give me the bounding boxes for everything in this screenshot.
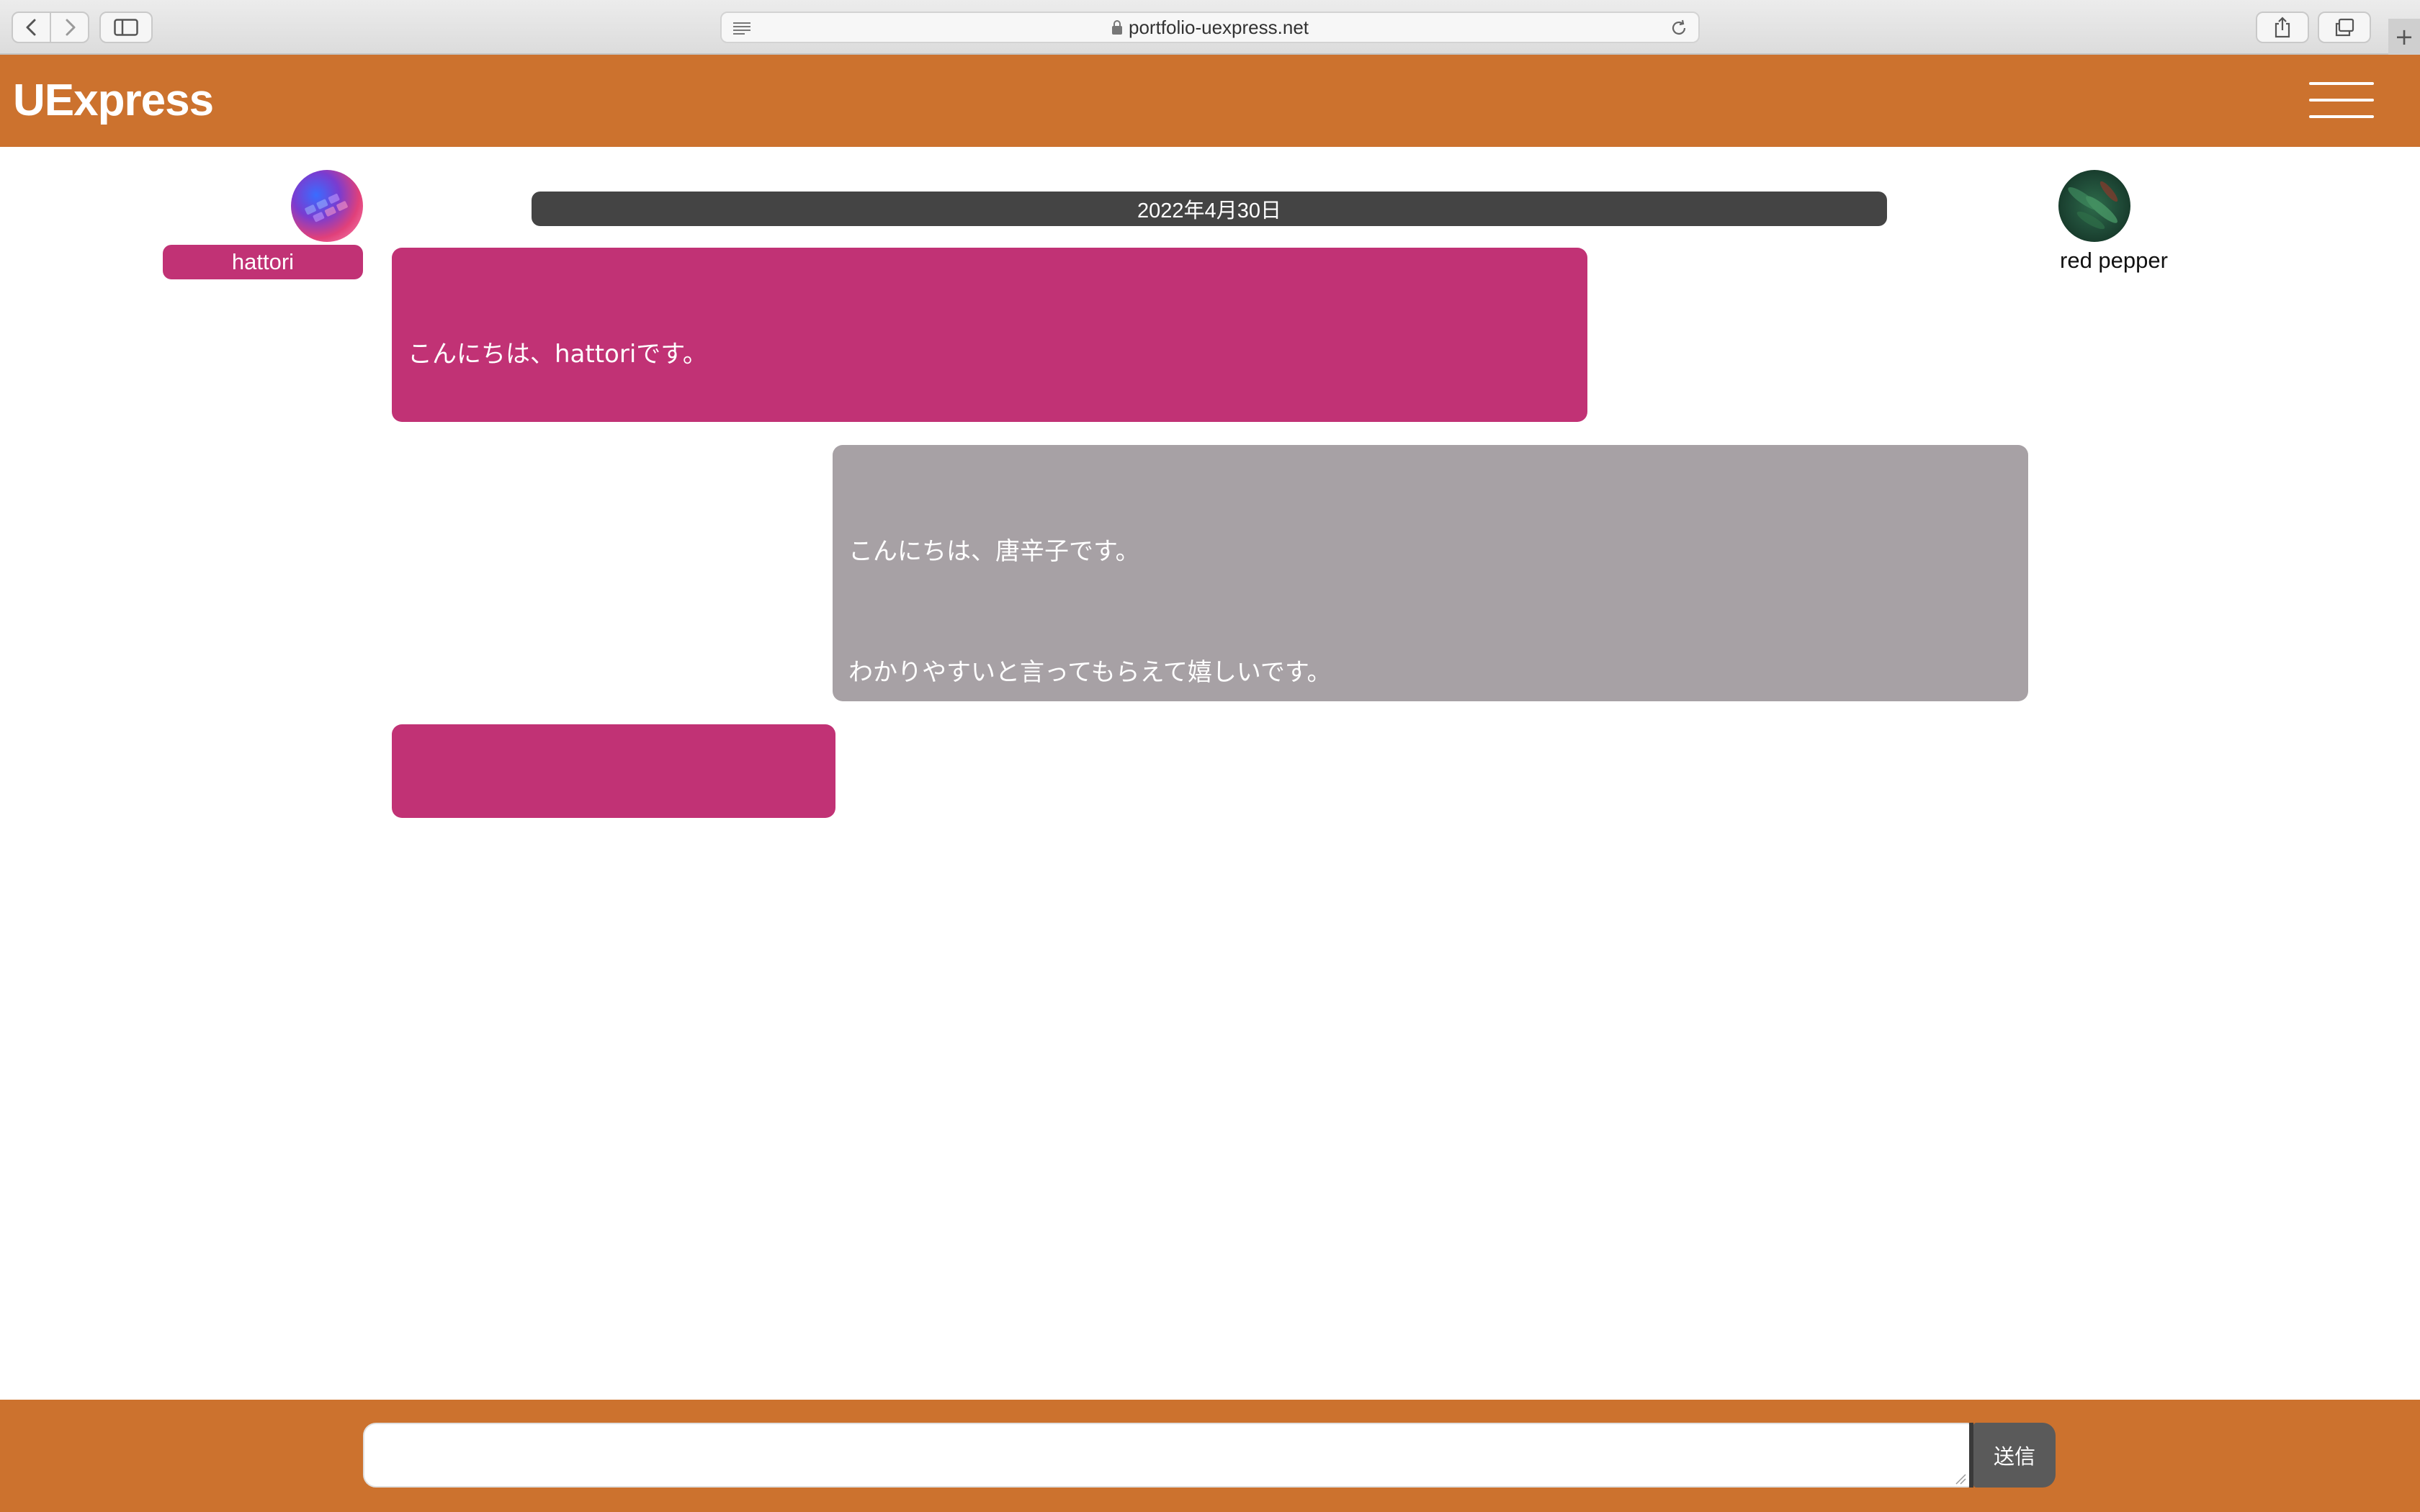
share-icon: [2275, 17, 2290, 38]
tab-overview-button[interactable]: [2318, 12, 2371, 43]
tabs-icon: [2335, 18, 2354, 37]
resize-handle-icon[interactable]: [1953, 1472, 1966, 1485]
right-user-name: red pepper: [2060, 248, 2168, 273]
brand-logo[interactable]: UExpress: [13, 75, 214, 126]
app-header: UExpress: [0, 55, 2420, 147]
sidebar-icon: [114, 19, 138, 36]
message-line: わかりやすいと言ってもらえて嬉しいです。: [848, 658, 1332, 687]
message-line: 来てくれるのを楽しみにしています。: [848, 1142, 1261, 1171]
hamburger-menu-icon[interactable]: [2309, 82, 2374, 118]
sidebar-toggle-button[interactable]: [99, 12, 153, 43]
lock-icon: [1111, 20, 1122, 35]
page-root: portfolio-uexpress.net + UExpress hattor…: [0, 0, 2420, 1512]
share-button[interactable]: [2256, 12, 2309, 43]
message-line: こんにちは、hattoriです。: [408, 340, 707, 369]
avatar-image: [305, 194, 348, 222]
left-user-name: hattori: [163, 245, 363, 279]
message-line: まで行っています。: [848, 900, 1065, 929]
forward-button[interactable]: [50, 13, 88, 42]
new-tab-button[interactable]: +: [2388, 19, 2420, 55]
history-nav: [12, 12, 89, 43]
message-bubble-incoming: すぐに予約します。 自分も授業を楽しみにしています。: [392, 724, 835, 966]
reader-icon[interactable]: [732, 20, 752, 36]
chat-date-divider: 2022年4月30日: [532, 192, 1887, 226]
message-bubble-outgoing: こんにちは、唐辛子です。 わかりやすいと言ってもらえて嬉しいです。 今現在、〇県…: [833, 445, 2028, 1171]
left-user-avatar[interactable]: [291, 170, 363, 242]
message-line: すぐに予約します。: [408, 816, 626, 845]
hamburger-line: [2309, 115, 2374, 118]
url-display: portfolio-uexpress.net: [1111, 17, 1309, 39]
chevron-left-icon: [26, 19, 35, 36]
message-line: 今現在、〇県〇市の〇予備校で英語講師をしていて、生の授業は毎週水曜・金曜の午後7…: [848, 779, 1955, 808]
message-line: こんにちは、唐辛子です。: [848, 537, 1140, 566]
plus-icon: +: [2394, 23, 2414, 50]
chevron-right-icon: [66, 19, 75, 36]
message-bubble-incoming: こんにちは、hattoriです。 唐辛子さんに、自分の質問に答えてもらったことが…: [392, 248, 1587, 732]
message-line: 自分も授業を楽しみにしています。: [408, 937, 797, 966]
hamburger-line: [2309, 99, 2374, 102]
send-button[interactable]: 送信: [1973, 1423, 2056, 1488]
message-input[interactable]: [363, 1423, 1971, 1488]
reload-icon[interactable]: [1670, 19, 1688, 37]
back-button[interactable]: [13, 13, 50, 42]
hamburger-line: [2309, 82, 2374, 85]
message-line: 授業を受けたいなら、〇予備校のサイトで予約してください。: [848, 1021, 1533, 1050]
avatar-image: [2068, 181, 2118, 230]
right-user-avatar[interactable]: [2058, 170, 2130, 242]
address-bar[interactable]: portfolio-uexpress.net: [720, 12, 1700, 43]
url-text: portfolio-uexpress.net: [1128, 16, 1309, 38]
message-composer: 送信: [0, 1400, 2420, 1512]
browser-toolbar: portfolio-uexpress.net +: [0, 0, 2420, 55]
